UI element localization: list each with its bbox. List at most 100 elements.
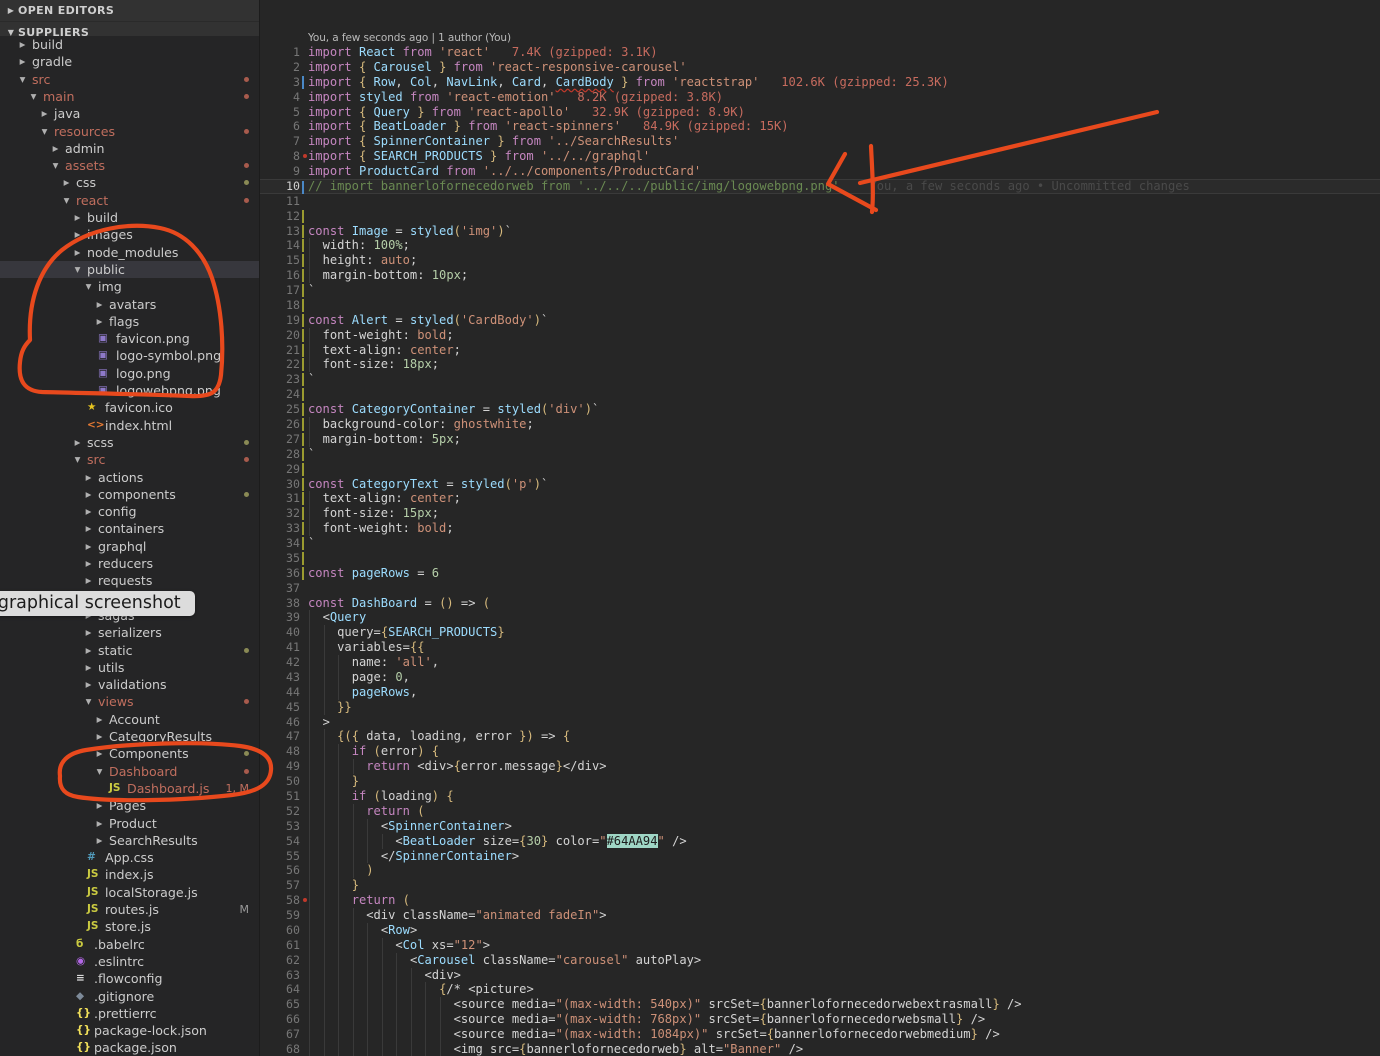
tree-file-eslintrc[interactable]: ◉ .eslintrc [0,953,259,970]
code-line[interactable]: 23 ` [260,372,1380,387]
code-line[interactable]: 66 <source media="(max-width: 768px)" sr… [260,1012,1380,1028]
tree-file-prettierrc[interactable]: {} .prettierrc [0,1005,259,1022]
tree-file-logo-symbol-png[interactable]: ▣ logo-symbol.png [0,347,259,364]
code-line[interactable]: 38 const DashBoard = () => ( [260,596,1380,611]
code-line[interactable]: 40 query={SEARCH_PRODUCTS} [260,625,1380,641]
chevron-right-icon[interactable]: ▶ [39,105,50,122]
code-line[interactable]: 2 import { Carousel } from 'react-respons… [260,60,1380,75]
tree-folder-public[interactable]: ▼ public [0,260,259,279]
tree-file-localstorage-js[interactable]: JS localStorage.js [0,884,259,901]
chevron-right-icon[interactable]: ▶ [72,244,83,261]
code-line[interactable]: 6 import { BeatLoader } from 'react-spinn… [260,119,1380,134]
code-line[interactable]: 9 import ProductCard from '../../componen… [260,164,1380,179]
code-line[interactable]: 64 {/* <picture> [260,982,1380,998]
code-line[interactable]: 63 <div> [260,967,1380,983]
tree-folder-reducers[interactable]: ▶ reducers [0,555,259,572]
code-line[interactable]: 30 const CategoryText = styled('p')` [260,477,1380,492]
tree-folder-img[interactable]: ▼ img [0,278,259,295]
code-line[interactable]: 60 <Row> [260,922,1380,938]
chevron-right-icon[interactable]: ▶ [83,624,94,641]
code-line[interactable]: 31 text-align: center; [260,491,1380,507]
chevron-right-icon[interactable]: ▶ [72,226,83,243]
chevron-right-icon[interactable]: ▶ [83,486,94,503]
tree-folder-categoryresults[interactable]: ▶ CategoryResults [0,728,259,745]
tree-folder-actions[interactable]: ▶ actions [0,469,259,486]
code-line[interactable]: 11 [260,194,1380,209]
code-line[interactable]: 47 {({ data, loading, error }) => { [260,729,1380,745]
tree-file-favicon-ico[interactable]: ★ favicon.ico [0,399,259,416]
code-line[interactable]: 46 > [260,714,1380,730]
tree-folder-pages[interactable]: ▶ Pages [0,797,259,814]
code-line[interactable]: 34 ` [260,536,1380,551]
tree-file-package-lock-json[interactable]: {} package-lock.json [0,1022,259,1039]
tree-file-routes-js[interactable]: JS routes.js M [0,901,259,918]
tree-file-favicon-png[interactable]: ▣ favicon.png [0,330,259,347]
code-line[interactable]: 18 [260,298,1380,313]
tree-folder-components[interactable]: ▶ components [0,486,259,503]
code-line[interactable]: 29 [260,462,1380,477]
tree-folder-main[interactable]: ▼ main [0,88,259,105]
tree-folder-serializers[interactable]: ▶ serializers [0,624,259,641]
chevron-right-icon[interactable]: ▶ [83,520,94,537]
code-line[interactable]: 55 </SpinnerContainer> [260,848,1380,864]
chevron-right-icon[interactable]: ▶ [83,572,94,589]
chevron-down-icon[interactable]: ▼ [39,123,50,140]
code-line[interactable]: 17 ` [260,283,1380,298]
code-line[interactable]: 41 variables={{ [260,640,1380,656]
code-line[interactable]: 24 [260,387,1380,402]
tree-folder-react[interactable]: ▼ react [0,192,259,209]
chevron-right-icon[interactable]: ▶ [17,53,28,70]
code-line[interactable]: 52 return ( [260,803,1380,819]
code-line[interactable]: 27 margin-bottom: 5px; [260,431,1380,447]
tree-folder-containers[interactable]: ▶ containers [0,520,259,537]
code-line[interactable]: 44 pageRows, [260,684,1380,700]
tree-folder-node-modules[interactable]: ▶ node_modules [0,244,259,261]
code-line[interactable]: 65 <source media="(max-width: 540px)" sr… [260,997,1380,1013]
chevron-down-icon[interactable]: ▼ [61,192,72,209]
chevron-right-icon[interactable]: ▶ [50,140,61,157]
tree-folder-static[interactable]: ▶ static [0,642,259,659]
code-line[interactable]: 14 width: 100%; [260,238,1380,254]
tree-folder-java[interactable]: ▶ java [0,105,259,122]
code-editor[interactable]: You, a few seconds ago | 1 author (You) … [260,0,1380,1056]
tree-file-logowebpng-png[interactable]: ▣ logowebpng.png [0,382,259,399]
chevron-right-icon[interactable]: ▶ [83,642,94,659]
tree-folder-searchresults[interactable]: ▶ SearchResults [0,832,259,849]
code-line[interactable]: 35 [260,551,1380,566]
code-line[interactable]: 48 if (error) { [260,744,1380,760]
tree-file-package-json[interactable]: {} package.json [0,1039,259,1056]
code-line[interactable]: 39 <Query [260,610,1380,626]
code-line[interactable]: 53 <SpinnerContainer> [260,818,1380,834]
code-line[interactable]: 56 ) [260,863,1380,879]
tree-folder-scss[interactable]: ▶ scss [0,434,259,451]
code-line[interactable]: 10 // import bannerlofornecedorweb from '… [260,178,1380,195]
code-line[interactable]: 12 [260,209,1380,224]
tree-folder-dashboard[interactable]: ▼ Dashboard [0,763,259,780]
tree-folder-views[interactable]: ▼ views [0,693,259,710]
tree-folder-gradle[interactable]: ▶ gradle [0,53,259,70]
tree-folder-avatars[interactable]: ▶ avatars [0,296,259,313]
code-line[interactable]: 57 } [260,878,1380,894]
code-line[interactable]: 26 background-color: ghostwhite; [260,417,1380,432]
code-line[interactable]: 4 import styled from 'react-emotion' 8.2K… [260,90,1380,105]
code-line[interactable]: 28 ` [260,447,1380,462]
chevron-right-icon[interactable]: ▶ [83,555,94,572]
tree-folder-build[interactable]: ▶ build [0,36,259,53]
chevron-right-icon[interactable]: ▶ [83,469,94,486]
code-line[interactable]: 1 import React from 'react' 7.4K (gzipped… [260,45,1380,60]
tree-folder-graphql[interactable]: ▶ graphql [0,538,259,555]
code-line[interactable]: 61 <Col xs="12"> [260,937,1380,953]
file-tree[interactable]: ▶ build ▶ gradle ▼ src ▼ main ▶ java ▼ resources ▶ ad… [0,36,259,1056]
code-line[interactable]: 59 <div className="animated fadeIn"> [260,908,1380,923]
explorer-sidebar[interactable]: ▶ OPEN EDITORS ▼ SUPPLIERS ▶ build ▶ gradle… [0,0,260,1056]
tree-file-gitignore[interactable]: ◆ .gitignore [0,988,259,1005]
code-line[interactable]: 22 font-size: 18px; [260,357,1380,373]
tree-folder-validations[interactable]: ▶ validations [0,676,259,693]
code-line[interactable]: 15 height: auto; [260,253,1380,269]
code-line[interactable]: 3 import { Row, Col, NavLink, Card, CardB… [260,75,1380,90]
code-line[interactable]: 19 const Alert = styled('CardBody')` [260,313,1380,328]
tree-file-store-js[interactable]: JS store.js [0,918,259,935]
chevron-right-icon[interactable]: ▶ [83,676,94,693]
code-line[interactable]: 43 page: 0, [260,669,1380,685]
code-line[interactable]: 51 if (loading) { [260,789,1380,804]
